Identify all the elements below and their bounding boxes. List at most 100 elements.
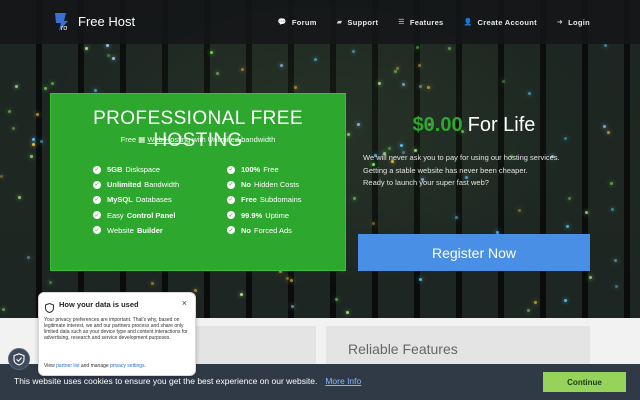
web-hosting-link[interactable]: Web Hosting xyxy=(147,135,190,144)
server-light xyxy=(335,298,338,301)
feature-pre: Website xyxy=(107,225,134,235)
close-icon[interactable]: × xyxy=(182,298,187,308)
server-light xyxy=(112,57,115,60)
svg-text:ro: ro xyxy=(61,25,67,32)
check-circle-icon: ✓ xyxy=(93,180,101,189)
nav-forum-label: Forum xyxy=(291,17,317,27)
cookie-continue-button[interactable]: Continue xyxy=(543,372,626,392)
nav-forum[interactable]: 💬 Forum xyxy=(278,18,317,27)
feature-item: ✓ Free Subdomains xyxy=(227,192,302,207)
server-light xyxy=(528,92,531,95)
feature-text: Hidden Costs xyxy=(254,180,300,190)
feature-item: ✓ Easy Control Panel xyxy=(93,208,179,223)
more-info-link[interactable]: More Info xyxy=(325,376,361,386)
nav-login[interactable]: ➜ Login xyxy=(557,18,590,27)
server-light xyxy=(194,289,197,292)
server-light xyxy=(568,197,571,200)
nav-login-label: Login xyxy=(568,17,590,27)
brand-logo[interactable]: ro Free Host xyxy=(52,10,135,32)
price-amount: $0.00 xyxy=(412,114,463,136)
cookie-text: This website uses cookies to ensure you … xyxy=(14,376,318,386)
check-circle-icon: ✓ xyxy=(93,165,101,174)
server-light xyxy=(400,144,403,147)
feature-bold: 5GB xyxy=(107,165,123,175)
server-light xyxy=(8,110,11,113)
book-icon: ▰ xyxy=(336,19,343,26)
feature-bold: 100% xyxy=(241,165,261,175)
server-light xyxy=(216,72,219,75)
nav-features[interactable]: ☰ Features xyxy=(398,18,443,27)
feature-item: ✓ 99.9% Uptime xyxy=(227,208,302,223)
server-light xyxy=(18,196,21,199)
feature-bold: MySQL xyxy=(107,195,133,205)
server-light xyxy=(372,222,375,225)
server-light xyxy=(585,211,588,214)
hero-subtitle: Free ▦ Web Hosting with Unlimited bandwi… xyxy=(51,135,345,144)
feature-text: Databases xyxy=(135,195,172,205)
hero-title: PROFESSIONAL FREE HOSTING xyxy=(93,108,303,151)
server-light xyxy=(30,155,33,158)
server-light xyxy=(418,64,421,67)
nav-create-account[interactable]: 👤 Create Account xyxy=(464,18,537,27)
server-light xyxy=(210,51,213,54)
server-light xyxy=(15,85,18,88)
server-light xyxy=(448,47,451,50)
server-light xyxy=(455,216,458,219)
server-light xyxy=(0,175,3,178)
feature-item: ✓ No Hidden Costs xyxy=(227,177,302,192)
shield-check-icon xyxy=(13,352,25,366)
server-light xyxy=(85,47,88,50)
register-now-button[interactable]: Register Now xyxy=(358,234,590,271)
server-light xyxy=(614,259,617,262)
server-light xyxy=(502,80,505,83)
feature-text: Bandwidth xyxy=(144,180,180,190)
server-light xyxy=(378,82,381,85)
server-light xyxy=(416,46,419,49)
server-light xyxy=(610,182,613,185)
partner-list-link[interactable]: partner list xyxy=(56,363,79,369)
server-light xyxy=(604,44,607,47)
server-light xyxy=(402,83,405,86)
server-light xyxy=(615,285,618,288)
feature-item: ✓ Unlimited Bandwidth xyxy=(93,177,179,192)
sign-in-icon: ➜ xyxy=(556,19,564,26)
nav-create-account-label: Create Account xyxy=(477,17,537,27)
navbar: ro Free Host 💬 Forum ▰ Support ☰ Feature… xyxy=(0,0,640,44)
feature-pre: Easy xyxy=(107,210,124,220)
pricing-description: We will never ask you to pay for using o… xyxy=(363,152,593,190)
privacy-links-mid: and manage xyxy=(80,363,109,369)
hosting-feature-box: PROFESSIONAL FREE HOSTING Free ▦ Web Hos… xyxy=(50,93,346,271)
server-light xyxy=(106,44,109,47)
server-light xyxy=(564,137,567,140)
server-light xyxy=(32,138,35,141)
check-circle-icon: ✓ xyxy=(227,195,235,204)
price-period: For Life xyxy=(467,114,536,136)
server-light xyxy=(518,209,521,212)
check-circle-icon: ✓ xyxy=(93,211,101,220)
price-heading: $0.00 For Life xyxy=(360,114,588,137)
privacy-settings-link[interactable]: privacy settings xyxy=(110,363,144,369)
privacy-settings-badge[interactable] xyxy=(8,348,30,370)
feature-item: ✓ Website Builder xyxy=(93,223,179,238)
server-light xyxy=(347,133,350,136)
privacy-links-post: . xyxy=(144,363,146,369)
server-light xyxy=(534,301,537,304)
box-icon: ▦ xyxy=(138,135,146,144)
server-light xyxy=(353,197,356,200)
shield-icon xyxy=(45,300,54,314)
nav-support[interactable]: ▰ Support xyxy=(337,18,379,27)
server-light xyxy=(40,140,43,143)
server-light xyxy=(607,131,610,134)
description-line: Ready to launch your super fast web? xyxy=(363,178,489,187)
server-light xyxy=(27,256,30,259)
server-light xyxy=(240,293,243,296)
server-light xyxy=(286,277,289,280)
server-light xyxy=(32,143,35,146)
server-light xyxy=(51,82,54,85)
privacy-title: How your data is used xyxy=(59,300,139,309)
nav-features-label: Features xyxy=(409,17,444,27)
check-circle-icon: ✓ xyxy=(227,180,235,189)
feature-bold: Unlimited xyxy=(107,180,142,190)
nav-support-label: Support xyxy=(347,17,379,27)
feature-text: Uptime xyxy=(265,210,290,220)
